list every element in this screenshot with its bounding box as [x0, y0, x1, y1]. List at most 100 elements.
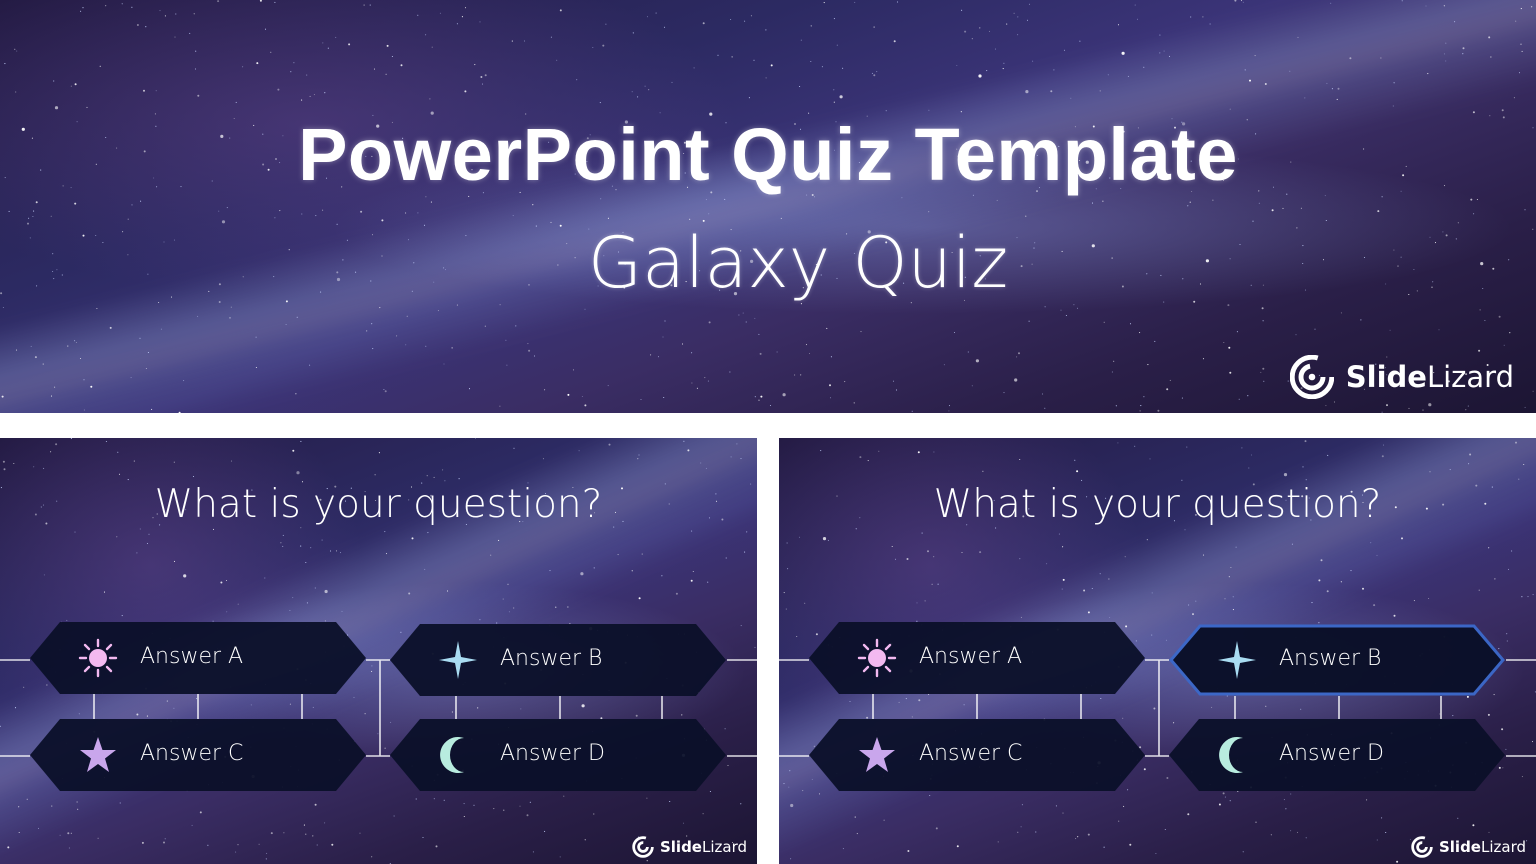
star-dot [147, 351, 149, 354]
star-dot [79, 357, 82, 360]
answer-d-option[interactable]: Answer D [390, 719, 726, 791]
star-dot [662, 336, 664, 338]
star-dot [429, 98, 431, 100]
star-dot [505, 339, 507, 341]
star-dot [1465, 409, 1467, 411]
answer-b-option[interactable]: Answer B [390, 624, 726, 696]
star-dot [708, 321, 711, 324]
star-dot [34, 356, 37, 359]
star-dot [830, 356, 832, 358]
star-dot [1249, 79, 1251, 82]
star-dot [584, 308, 586, 310]
star-dot [844, 381, 846, 383]
answer-a-option[interactable]: Answer A [30, 622, 366, 694]
star-dot [1261, 307, 1264, 310]
star-dot [1242, 1, 1244, 3]
answer-d-option[interactable]: Answer D [1169, 719, 1505, 791]
star-dot [1422, 409, 1424, 411]
star-dot [1263, 380, 1265, 382]
answer-label: Answer D [500, 741, 605, 766]
star-dot [1336, 98, 1338, 100]
star-dot [523, 40, 526, 42]
star-dot [1025, 215, 1027, 217]
star-dot [708, 213, 710, 215]
star-dot [279, 210, 281, 212]
star-dot [528, 349, 531, 352]
star-dot [1013, 12, 1015, 14]
star-dot [1223, 341, 1225, 344]
star-dot [270, 51, 272, 53]
star-dot [1381, 411, 1383, 413]
star-dot [1264, 83, 1267, 85]
star-dot [1103, 321, 1105, 323]
star-dot [67, 345, 69, 347]
star-dot [550, 36, 552, 38]
star-dot [1202, 16, 1204, 18]
star-dot [384, 390, 387, 393]
star-dot [385, 73, 387, 75]
star-dot [1340, 312, 1342, 314]
star-dot [1524, 406, 1526, 408]
star-dot [871, 72, 873, 74]
star-dot [121, 3, 123, 5]
spiral-logo-icon [1289, 355, 1334, 399]
star-dot [1478, 349, 1481, 352]
star-dot [640, 398, 642, 401]
star-dot [928, 211, 930, 213]
star-dot [131, 6, 133, 8]
star-dot [4, 63, 6, 65]
star-dot [327, 47, 329, 49]
star-dot [1229, 371, 1232, 374]
star-dot [964, 30, 967, 33]
star-dot [109, 326, 112, 329]
star-dot [155, 90, 157, 92]
star-dot [895, 389, 898, 391]
star-dot [928, 109, 930, 111]
star-dot [437, 310, 439, 312]
star-dot [655, 12, 657, 14]
star-dot [512, 215, 514, 217]
answer-c-option[interactable]: Answer C [809, 719, 1145, 791]
answer-a-option[interactable]: Answer A [809, 622, 1145, 694]
answer-label: Answer B [1279, 646, 1382, 671]
star-dot [1129, 323, 1132, 325]
star-dot [600, 198, 602, 200]
star-dot [145, 26, 147, 28]
star-dot [274, 217, 276, 219]
answer-label: Answer A [140, 644, 244, 669]
star-icon [859, 737, 895, 772]
star-dot [439, 12, 441, 14]
star-dot [274, 1, 276, 3]
star-dot [405, 212, 407, 214]
spiral-logo-icon [632, 836, 654, 858]
star-dot [290, 71, 292, 73]
star-dot [607, 217, 609, 219]
star-dot [760, 395, 763, 398]
star-dot [99, 65, 101, 67]
star-dot [1490, 56, 1492, 58]
star-dot [1003, 62, 1005, 64]
star-dot [744, 20, 746, 22]
star-dot [480, 76, 483, 78]
star-dot [1070, 97, 1072, 99]
star-dot [32, 215, 34, 218]
answer-c-option[interactable]: Answer C [30, 719, 366, 791]
star-dot [1425, 5, 1427, 7]
star-dot [901, 197, 903, 199]
star-dot [532, 204, 534, 206]
star-dot [1044, 306, 1046, 308]
star-dot [484, 325, 486, 327]
star-dot [1026, 19, 1029, 21]
star-dot [229, 317, 231, 319]
star-dot [724, 198, 726, 200]
star-dot [197, 315, 199, 317]
star-dot [1304, 97, 1306, 99]
star-dot [533, 355, 536, 357]
star-dot [1445, 42, 1447, 44]
star-dot [829, 397, 832, 399]
star-dot [1006, 23, 1008, 25]
star-dot [1289, 70, 1291, 72]
star-dot [195, 50, 197, 52]
answer-b-option-highlighted[interactable]: Answer B [1169, 624, 1505, 696]
star-dot [1427, 73, 1429, 75]
